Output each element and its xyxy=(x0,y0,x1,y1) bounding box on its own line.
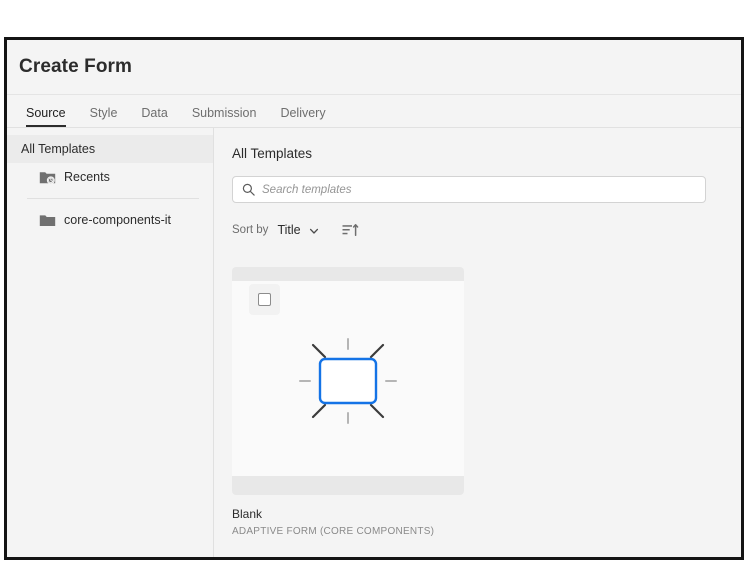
dialog-header: Create Form xyxy=(7,40,741,95)
sort-ascending-icon[interactable] xyxy=(342,223,359,237)
sidebar-item-all-templates[interactable]: All Templates xyxy=(7,135,213,163)
template-thumbnail[interactable] xyxy=(232,267,464,495)
template-select-checkbox[interactable] xyxy=(249,284,280,315)
template-card[interactable]: Blank ADAPTIVE FORM (CORE COMPONENTS) xyxy=(232,267,464,537)
search-input[interactable] xyxy=(262,184,696,196)
checkbox-box-icon xyxy=(258,293,271,306)
tab-source[interactable]: Source xyxy=(14,106,78,127)
tab-bar: Source Style Data Submission Delivery xyxy=(7,95,741,128)
sort-field-dropdown[interactable]: Title xyxy=(277,223,300,237)
sidebar: All Templates Recents xyxy=(7,128,214,557)
folder-clock-icon xyxy=(39,170,56,185)
main-panel: All Templates Sort by Title xyxy=(214,128,741,557)
blank-template-icon xyxy=(288,327,408,435)
sidebar-item-label: core-components-it xyxy=(64,213,171,227)
search-icon xyxy=(242,183,255,196)
page-title: Create Form xyxy=(19,56,132,78)
template-card-grid: Blank ADAPTIVE FORM (CORE COMPONENTS) xyxy=(232,267,721,537)
chevron-down-icon[interactable] xyxy=(308,224,320,236)
sidebar-divider xyxy=(27,198,199,199)
sort-by-label: Sort by xyxy=(232,224,268,236)
sidebar-item-core-components-it[interactable]: core-components-it xyxy=(7,206,213,234)
template-card-title: Blank xyxy=(232,507,464,521)
tab-style[interactable]: Style xyxy=(78,106,130,127)
sidebar-item-label: All Templates xyxy=(21,142,95,156)
tab-delivery[interactable]: Delivery xyxy=(268,106,337,127)
template-card-subtitle: ADAPTIVE FORM (CORE COMPONENTS) xyxy=(232,526,464,537)
create-form-dialog: Create Form Source Style Data Submission… xyxy=(4,37,744,560)
thumbnail-top-bar xyxy=(232,267,464,281)
dialog-body: All Templates Recents xyxy=(7,128,741,557)
search-box[interactable] xyxy=(232,176,706,203)
folder-icon xyxy=(39,213,56,228)
sidebar-item-recents[interactable]: Recents xyxy=(7,163,213,191)
sidebar-item-label: Recents xyxy=(64,170,110,184)
tab-submission[interactable]: Submission xyxy=(180,106,269,127)
tab-data[interactable]: Data xyxy=(129,106,179,127)
main-panel-title: All Templates xyxy=(232,146,721,161)
thumbnail-bottom-bar xyxy=(232,476,464,495)
sort-controls: Sort by Title xyxy=(232,219,721,241)
